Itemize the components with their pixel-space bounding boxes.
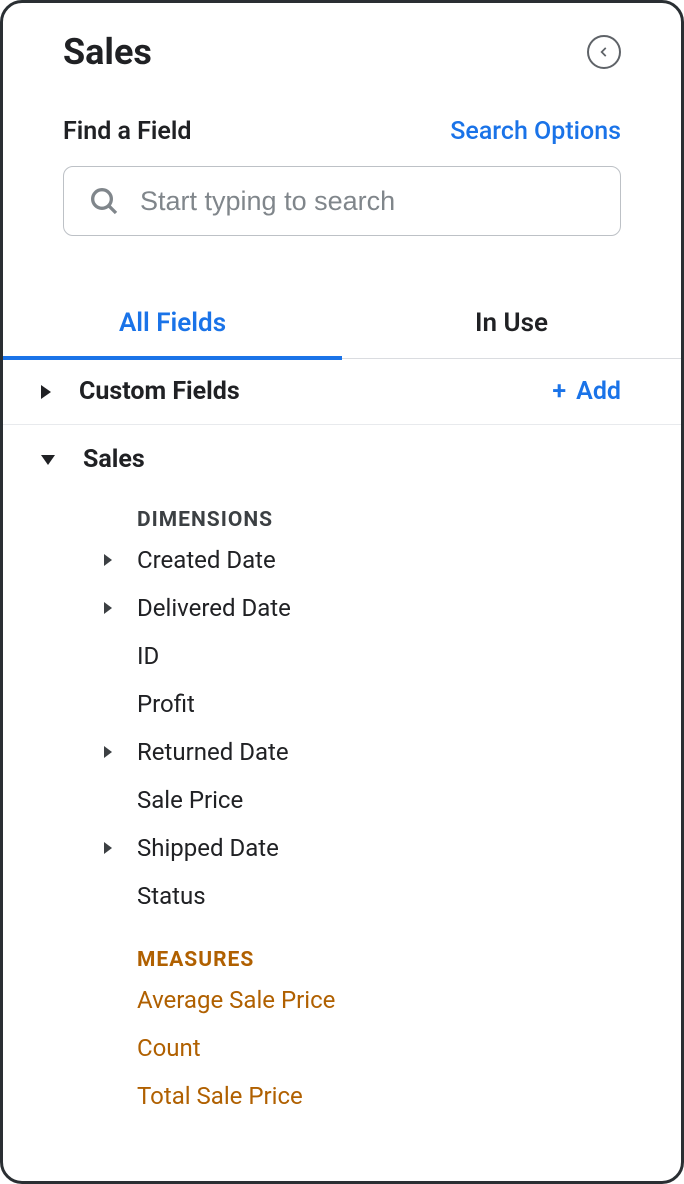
field-shipped-date[interactable]: Shipped Date (3, 824, 681, 872)
add-label: Add (576, 377, 621, 406)
caret-right-icon[interactable] (41, 385, 51, 399)
field-label: Total Sale Price (137, 1082, 303, 1110)
field-delivered-date[interactable]: Delivered Date (3, 584, 681, 632)
custom-fields-left: Custom Fields (41, 377, 240, 406)
dimensions-heading: DIMENSIONS (3, 480, 681, 536)
collapse-panel-button[interactable] (587, 35, 621, 69)
field-id[interactable]: ID (3, 632, 681, 680)
tabs: All Fields In Use (3, 292, 681, 359)
group-sales-row[interactable]: Sales (3, 425, 681, 480)
find-field-row: Find a Field Search Options (3, 73, 681, 146)
field-status[interactable]: Status (3, 872, 681, 920)
field-profit[interactable]: Profit (3, 680, 681, 728)
custom-fields-section[interactable]: Custom Fields + Add (3, 359, 681, 425)
tab-all-fields[interactable]: All Fields (3, 292, 342, 360)
header-row: Sales (3, 31, 681, 73)
field-count[interactable]: Count (3, 1024, 681, 1072)
field-average-sale-price[interactable]: Average Sale Price (3, 976, 681, 1024)
field-label: Average Sale Price (137, 986, 335, 1014)
group-sales-title: Sales (83, 445, 145, 474)
caret-right-icon[interactable] (104, 554, 112, 566)
search-input[interactable] (140, 186, 596, 217)
field-total-sale-price[interactable]: Total Sale Price (3, 1072, 681, 1120)
field-label: Returned Date (137, 738, 289, 766)
chevron-left-icon (597, 45, 611, 59)
search-options-link[interactable]: Search Options (450, 117, 621, 146)
field-label: Profit (137, 690, 195, 718)
add-custom-field-button[interactable]: + Add (552, 377, 621, 406)
tab-in-use[interactable]: In Use (342, 292, 681, 358)
field-sale-price[interactable]: Sale Price (3, 776, 681, 824)
custom-fields-title: Custom Fields (79, 377, 240, 406)
field-returned-date[interactable]: Returned Date (3, 728, 681, 776)
field-label: Status (137, 882, 206, 910)
caret-down-icon[interactable] (41, 455, 55, 465)
page-title: Sales (63, 31, 152, 73)
caret-right-icon[interactable] (104, 602, 112, 614)
find-field-label: Find a Field (63, 117, 191, 146)
search-icon (88, 185, 120, 217)
field-label: Created Date (137, 546, 276, 574)
search-box[interactable] (63, 166, 621, 236)
field-label: Sale Price (137, 786, 243, 814)
caret-right-icon[interactable] (104, 746, 112, 758)
field-picker-panel: Sales Find a Field Search Options All Fi… (0, 0, 684, 1184)
caret-right-icon[interactable] (104, 842, 112, 854)
measures-heading: MEASURES (3, 920, 681, 976)
field-created-date[interactable]: Created Date (3, 536, 681, 584)
plus-icon: + (552, 377, 566, 406)
field-label: Shipped Date (137, 834, 279, 862)
field-label: Count (137, 1034, 201, 1062)
field-label: Delivered Date (137, 594, 291, 622)
field-label: ID (137, 642, 159, 670)
